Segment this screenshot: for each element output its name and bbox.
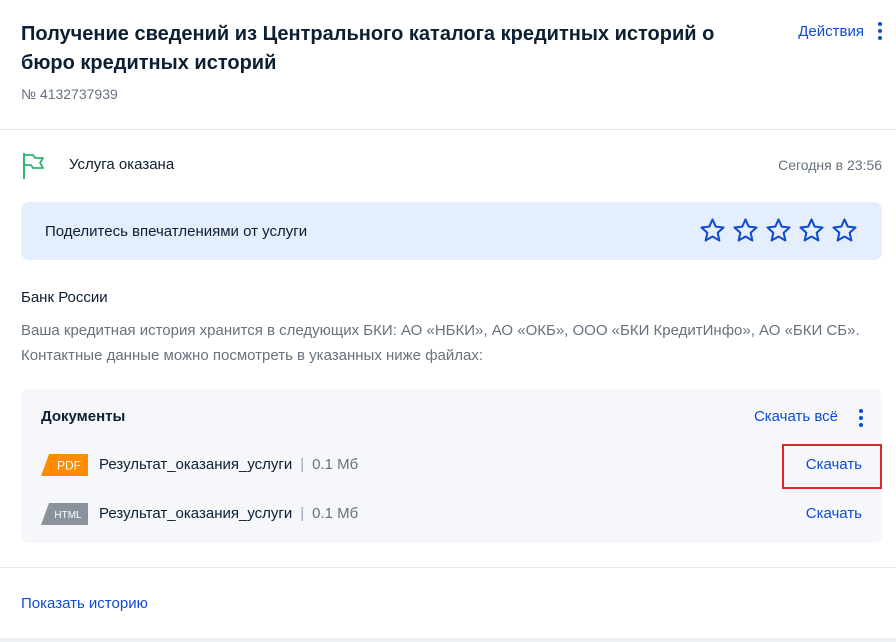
document-filename: Результат_оказания_услуги <box>99 456 293 473</box>
star-icon-4[interactable] <box>798 217 825 244</box>
star-icon-5[interactable] <box>831 217 858 244</box>
status-row: Услуга оказана Сегодня в 23:56 <box>21 152 882 180</box>
document-size: 0.1 Мб <box>312 505 359 522</box>
show-history-link[interactable]: Показать историю <box>21 595 148 612</box>
actions-menu-button[interactable]: Действия <box>798 22 882 40</box>
result-message: Ваша кредитная история хранится в следую… <box>21 322 860 364</box>
document-name: Результат_оказания_услуги | 0.1 Мб <box>99 456 358 473</box>
pdf-badge-label: PDF <box>57 459 81 473</box>
flag-icon <box>23 153 44 179</box>
divider <box>0 567 896 568</box>
page-header: Получение сведений из Центрального катал… <box>0 0 896 130</box>
actions-label: Действия <box>798 22 864 40</box>
bottom-divider <box>0 638 896 642</box>
rating-stars <box>699 217 858 244</box>
document-row-html: HTML Результат_оказания_услуги | 0.1 Мб Ск… <box>41 501 862 527</box>
star-icon-2[interactable] <box>732 217 759 244</box>
status-text: Услуга оказана <box>69 156 175 173</box>
feedback-prompt: Поделитесь впечатлениями от услуги <box>45 223 308 240</box>
document-name: Результат_оказания_услуги | 0.1 Мб <box>99 505 358 522</box>
star-icon-1[interactable] <box>699 217 726 244</box>
html-badge-label: HTML <box>54 510 82 521</box>
document-size: 0.1 Мб <box>312 456 359 473</box>
documents-panel: Документы Скачать всё PDF Результат_оказ… <box>21 389 882 543</box>
page-title: Получение сведений из Центрального катал… <box>21 23 715 74</box>
document-row-pdf: PDF Результат_оказания_услуги | 0.1 Мб Ска… <box>41 452 862 478</box>
pdf-file-icon: PDF <box>41 454 88 476</box>
download-html-link[interactable]: Скачать <box>806 505 862 522</box>
download-all-link[interactable]: Скачать всё <box>754 408 838 425</box>
documents-title: Документы <box>41 408 126 425</box>
document-filename: Результат_оказания_услуги <box>99 505 293 522</box>
order-number: № 4132737939 <box>21 86 118 102</box>
status-timestamp: Сегодня в 23:56 <box>778 157 882 173</box>
html-file-icon: HTML <box>41 503 88 525</box>
document-separator: | <box>300 456 305 473</box>
kebab-menu-icon <box>878 22 882 40</box>
feedback-banner: Поделитесь впечатлениями от услуги <box>21 202 882 260</box>
download-highlight-box <box>782 444 882 489</box>
document-separator: | <box>300 505 305 522</box>
organization-name: Банк России <box>21 289 108 306</box>
star-icon-3[interactable] <box>765 217 792 244</box>
documents-menu-icon[interactable] <box>859 409 863 427</box>
